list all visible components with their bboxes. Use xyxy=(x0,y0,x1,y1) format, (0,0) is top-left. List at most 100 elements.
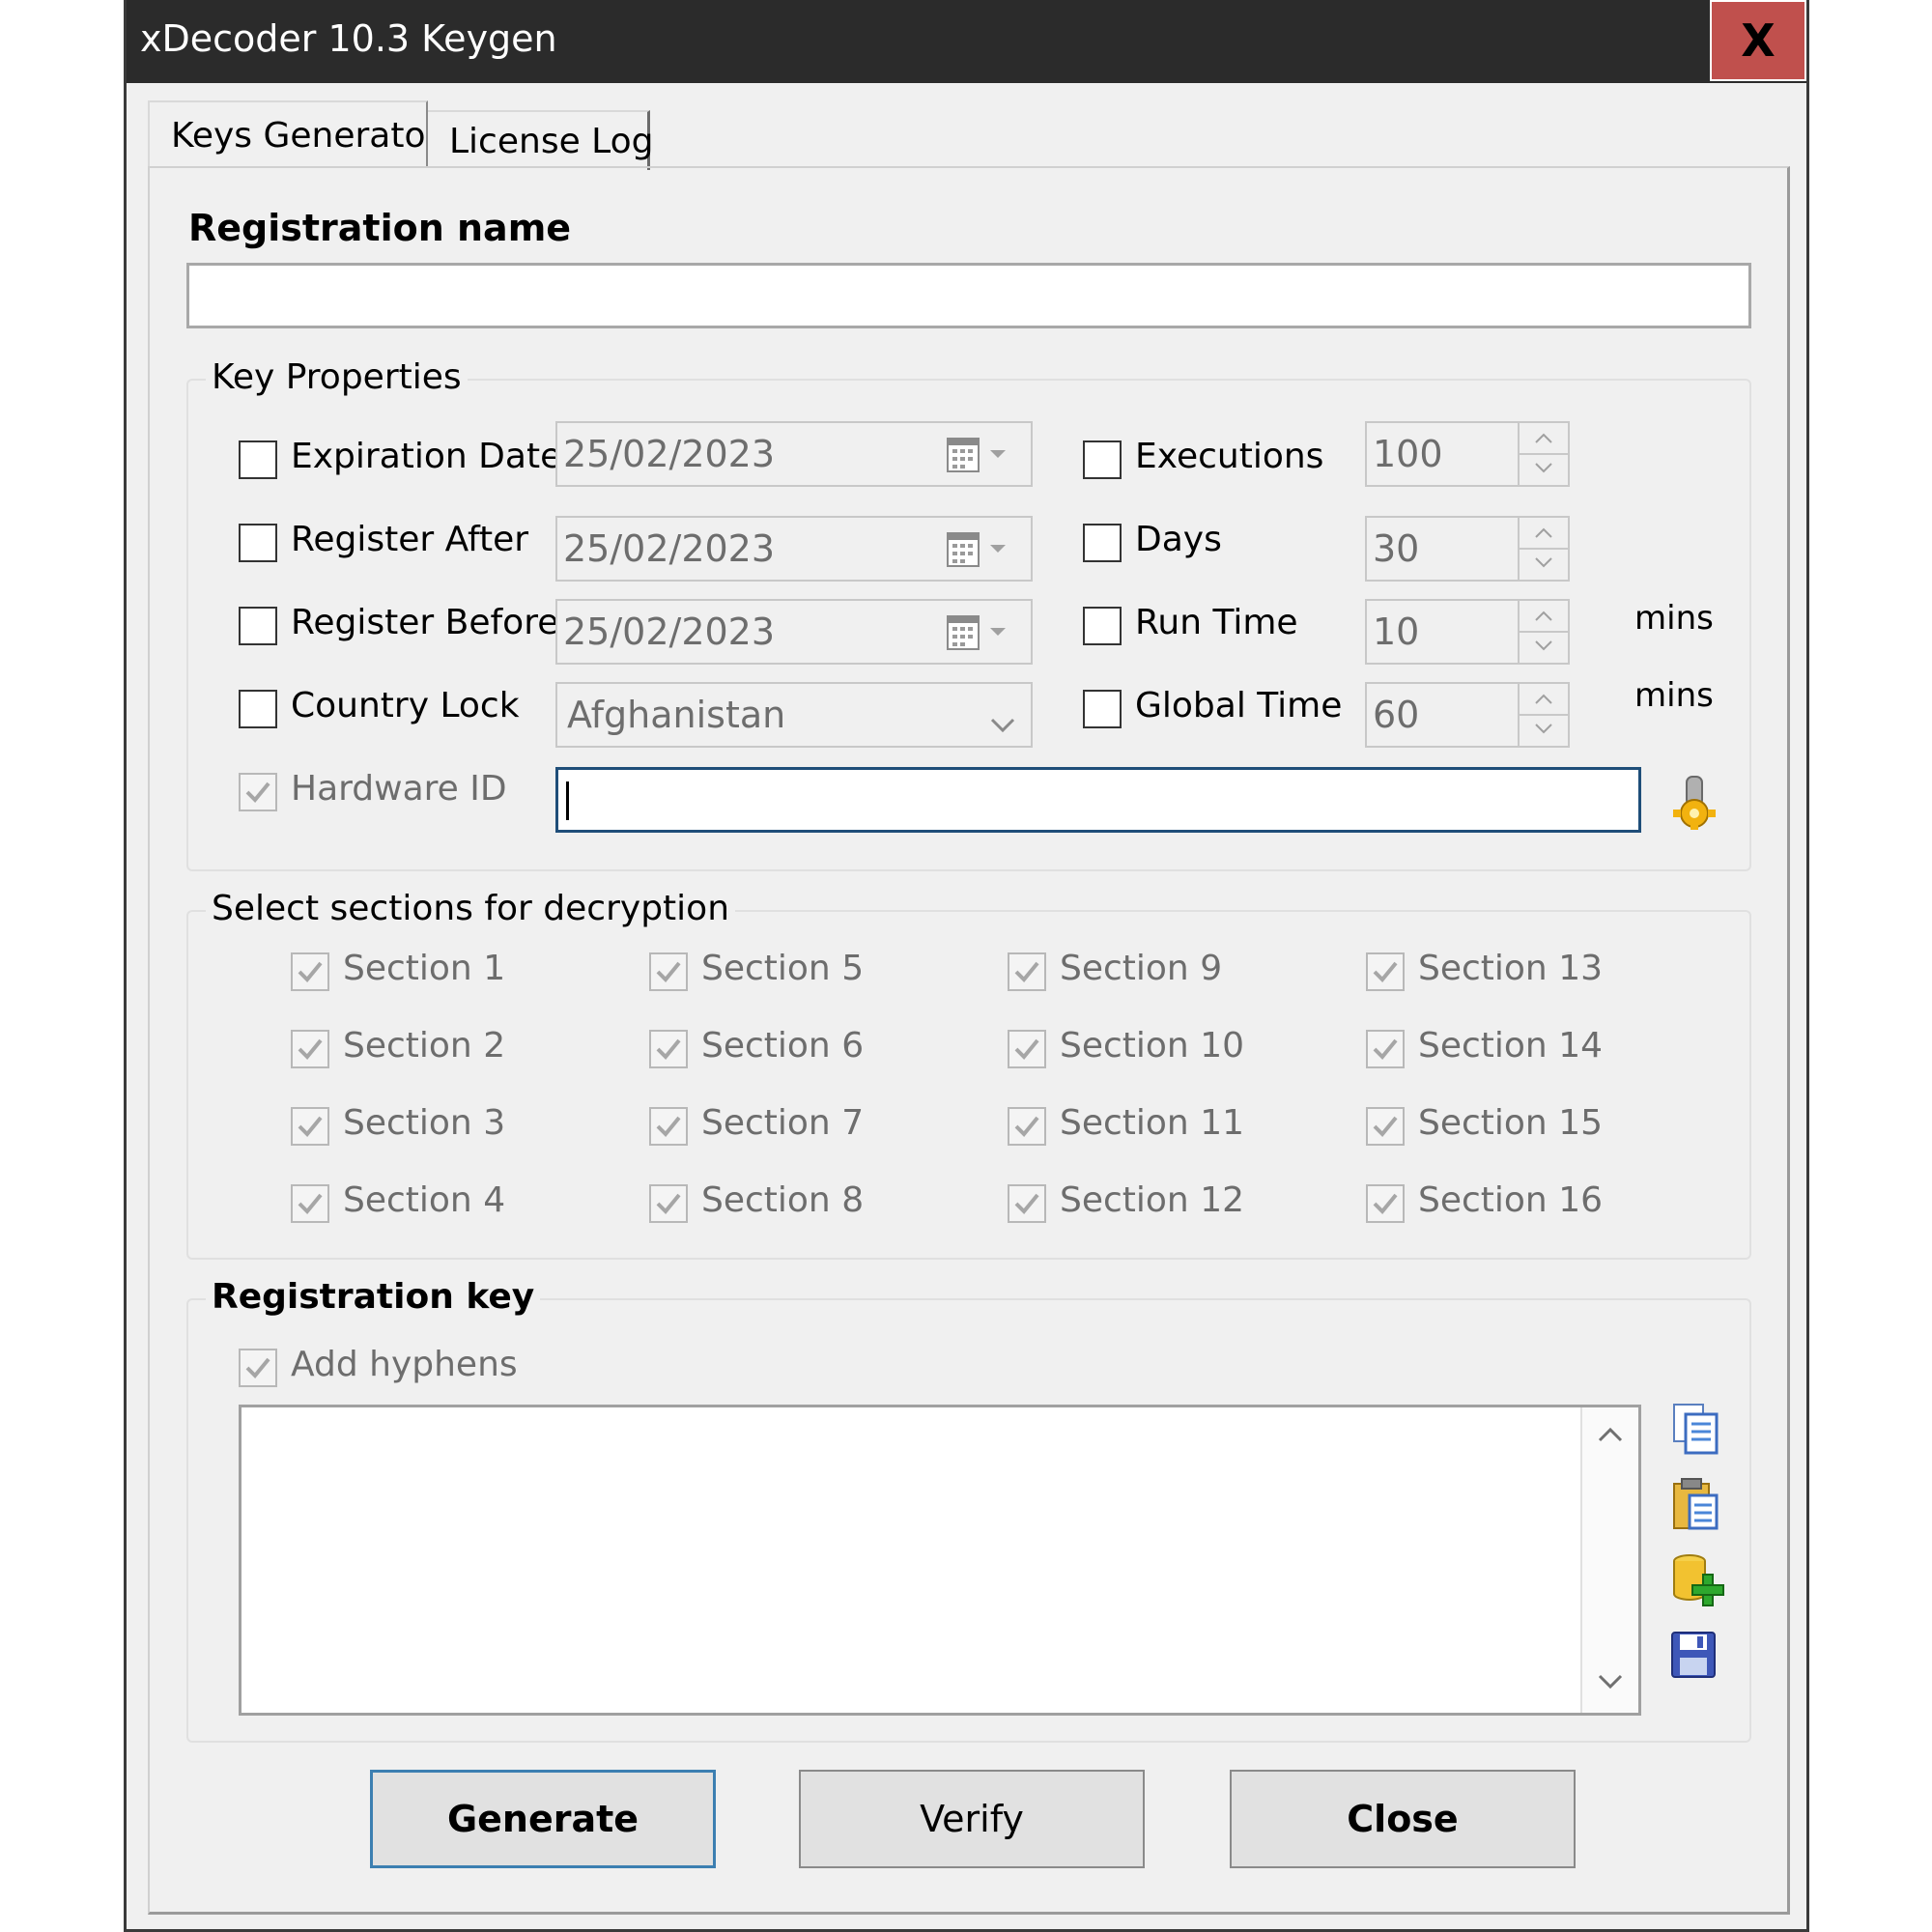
section-checkbox[interactable] xyxy=(649,952,688,991)
section-checkbox[interactable] xyxy=(1008,1030,1046,1068)
sections-title: Select sections for decryption xyxy=(206,889,736,928)
textarea-scrollbar[interactable] xyxy=(1580,1407,1638,1713)
section-checkbox[interactable] xyxy=(291,1030,329,1068)
chevron-down-icon xyxy=(988,703,1017,746)
global-time-label: Global Time xyxy=(1135,686,1343,725)
section-checkbox[interactable] xyxy=(1008,1107,1046,1146)
run-time-checkbox[interactable] xyxy=(1083,607,1122,645)
global-time-spin-buttons[interactable] xyxy=(1518,684,1568,746)
check-icon xyxy=(1014,1116,1039,1137)
register-after-value: 25/02/2023 xyxy=(563,527,776,570)
window-title: xDecoder 10.3 Keygen xyxy=(140,17,557,60)
section-label: Section 14 xyxy=(1418,1026,1604,1065)
save-icon[interactable] xyxy=(1668,1629,1720,1685)
section-label: Section 11 xyxy=(1060,1103,1245,1143)
hardware-id-checkbox[interactable] xyxy=(239,773,277,811)
check-icon xyxy=(1373,1193,1398,1214)
registration-key-title: Registration key xyxy=(206,1277,541,1317)
check-icon xyxy=(1014,1193,1039,1214)
register-before-label: Register Before xyxy=(291,603,559,642)
section-checkbox[interactable] xyxy=(1366,1184,1405,1223)
copy-icon[interactable] xyxy=(1668,1401,1722,1461)
registration-key-textarea[interactable] xyxy=(239,1405,1641,1716)
register-before-checkbox[interactable] xyxy=(239,607,277,645)
calendar-dropdown-icon[interactable] xyxy=(946,435,1013,484)
country-lock-label: Country Lock xyxy=(291,686,520,725)
section-checkbox[interactable] xyxy=(1366,952,1405,991)
close-button[interactable]: Close xyxy=(1230,1770,1576,1868)
run-time-spinner[interactable]: 10 xyxy=(1365,599,1570,665)
hardware-id-input[interactable] xyxy=(555,767,1641,833)
check-icon xyxy=(245,1357,270,1378)
section-checkbox[interactable] xyxy=(1366,1030,1405,1068)
country-lock-checkbox[interactable] xyxy=(239,690,277,728)
sections-grid: Section 1 Section 2 Section 3 Section 4 Sect… xyxy=(291,949,1691,1242)
executions-spinner[interactable]: 100 xyxy=(1365,421,1570,487)
executions-spin-buttons[interactable] xyxy=(1518,423,1568,485)
hardware-id-detect-icon[interactable] xyxy=(1668,773,1720,835)
generate-button[interactable]: Generate xyxy=(370,1770,716,1868)
section-label: Section 2 xyxy=(343,1026,506,1065)
days-spinner[interactable]: 30 xyxy=(1365,516,1570,582)
add-hyphens-checkbox[interactable] xyxy=(239,1349,277,1387)
section-label: Section 5 xyxy=(701,949,865,988)
scroll-down-icon[interactable] xyxy=(1596,1670,1625,1695)
section-checkbox[interactable] xyxy=(291,1184,329,1223)
section-checkbox[interactable] xyxy=(649,1184,688,1223)
register-after-checkbox[interactable] xyxy=(239,524,277,562)
global-time-checkbox[interactable] xyxy=(1083,690,1122,728)
check-icon xyxy=(245,781,270,803)
section-checkbox[interactable] xyxy=(649,1107,688,1146)
scroll-up-icon[interactable] xyxy=(1596,1425,1625,1450)
section-label: Section 13 xyxy=(1418,949,1604,988)
tab-license-log[interactable]: License Log xyxy=(428,110,653,170)
section-checkbox[interactable] xyxy=(1008,1184,1046,1223)
check-icon xyxy=(298,961,323,982)
section-checkbox[interactable] xyxy=(291,1107,329,1146)
window-close-button[interactable]: X xyxy=(1710,0,1806,81)
section-label: Section 12 xyxy=(1060,1180,1245,1220)
days-spin-buttons[interactable] xyxy=(1518,518,1568,580)
section-label: Section 6 xyxy=(701,1026,865,1065)
section-label: Section 1 xyxy=(343,949,506,988)
global-time-value: 60 xyxy=(1373,694,1420,736)
executions-checkbox[interactable] xyxy=(1083,440,1122,479)
days-label: Days xyxy=(1135,520,1222,559)
expiration-date-picker[interactable]: 25/02/2023 xyxy=(555,421,1033,487)
hardware-id-label: Hardware ID xyxy=(291,769,507,809)
global-time-spinner[interactable]: 60 xyxy=(1365,682,1570,748)
section-checkbox[interactable] xyxy=(649,1030,688,1068)
expiration-date-value: 25/02/2023 xyxy=(563,433,776,475)
verify-button[interactable]: Verify xyxy=(799,1770,1145,1868)
text-caret xyxy=(566,781,569,820)
days-checkbox[interactable] xyxy=(1083,524,1122,562)
country-select[interactable]: Afghanistan xyxy=(555,682,1033,748)
check-icon xyxy=(656,961,681,982)
executions-label: Executions xyxy=(1135,437,1324,476)
calendar-dropdown-icon[interactable] xyxy=(946,612,1013,662)
add-database-icon[interactable] xyxy=(1668,1551,1726,1613)
registration-name-input[interactable] xyxy=(186,263,1751,328)
register-before-picker[interactable]: 25/02/2023 xyxy=(555,599,1033,665)
run-time-spin-buttons[interactable] xyxy=(1518,601,1568,663)
tab-keys-generator[interactable]: Keys Generator xyxy=(148,100,440,168)
tab-panel: Registration name Key Properties Expirat… xyxy=(148,166,1790,1915)
section-label: Section 3 xyxy=(343,1103,506,1143)
section-checkbox[interactable] xyxy=(1366,1107,1405,1146)
days-value: 30 xyxy=(1373,527,1420,570)
register-after-picker[interactable]: 25/02/2023 xyxy=(555,516,1033,582)
executions-value: 100 xyxy=(1373,433,1443,475)
section-label: Section 7 xyxy=(701,1103,865,1143)
keygen-window: xDecoder 10.3 Keygen X Keys Generator Li… xyxy=(124,0,1809,1932)
section-checkbox[interactable] xyxy=(291,952,329,991)
check-icon xyxy=(298,1116,323,1137)
section-label: Section 9 xyxy=(1060,949,1223,988)
paste-icon[interactable] xyxy=(1668,1476,1722,1536)
section-checkbox[interactable] xyxy=(1008,952,1046,991)
check-icon xyxy=(298,1193,323,1214)
expiration-date-checkbox[interactable] xyxy=(239,440,277,479)
title-bar[interactable]: xDecoder 10.3 Keygen X xyxy=(127,0,1806,83)
expiration-date-label: Expiration Date xyxy=(291,437,562,476)
add-hyphens-label: Add hyphens xyxy=(291,1345,518,1384)
calendar-dropdown-icon[interactable] xyxy=(946,529,1013,579)
